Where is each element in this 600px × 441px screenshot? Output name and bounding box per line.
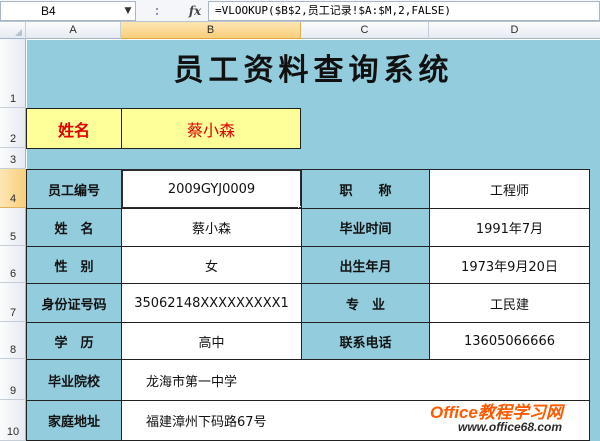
row-header-2[interactable]: 2: [0, 108, 26, 148]
label-job-title: 职 称: [301, 169, 430, 209]
column-header: A B C D: [0, 22, 600, 39]
row-header-6[interactable]: 6: [0, 246, 26, 283]
value-address[interactable]: 福建漳州下码路67号: [121, 400, 590, 441]
column-header-c[interactable]: C: [301, 22, 429, 39]
label-education: 学 历: [26, 322, 122, 360]
value-education[interactable]: 高中: [121, 322, 302, 360]
formula-bar-grip-icon: [156, 4, 158, 18]
column-header-a[interactable]: A: [26, 22, 121, 39]
column-header-b[interactable]: B: [121, 22, 301, 39]
row-header: 1 2 3 4 5 6 7 8 9 10: [0, 39, 26, 441]
label-graduation-time: 毕业时间: [301, 208, 430, 247]
chevron-down-icon[interactable]: ▼: [122, 4, 134, 18]
column-header-d[interactable]: D: [429, 22, 600, 39]
row-header-10[interactable]: 10: [0, 400, 26, 441]
label-address: 家庭地址: [26, 400, 122, 441]
label-name: 姓 名: [26, 208, 122, 247]
search-name-label: 姓名: [26, 108, 122, 149]
value-employee-number[interactable]: 2009GYJ0009: [121, 169, 302, 209]
row-header-7[interactable]: 7: [0, 283, 26, 322]
row-header-3[interactable]: 3: [0, 148, 26, 169]
row-header-4[interactable]: 4: [0, 169, 26, 208]
row-header-8[interactable]: 8: [0, 322, 26, 359]
search-name-input[interactable]: 蔡小森: [121, 108, 301, 149]
sheet-title: 员工资料查询系统: [173, 53, 454, 88]
insert-function-icon[interactable]: fx: [186, 2, 204, 20]
value-job-title[interactable]: 工程师: [429, 169, 590, 209]
label-birth-date: 出生年月: [301, 246, 430, 284]
value-birth-date[interactable]: 1973年9月20日: [429, 246, 590, 284]
label-phone: 联系电话: [301, 322, 430, 360]
value-phone[interactable]: 13605066666: [429, 322, 590, 360]
value-graduation-time[interactable]: 1991年7月: [429, 208, 590, 247]
label-major: 专 业: [301, 283, 430, 323]
label-school: 毕业院校: [26, 359, 122, 401]
label-gender: 性 别: [26, 246, 122, 284]
label-id-number: 身份证号码: [26, 283, 122, 323]
label-employee-number: 员工编号: [26, 169, 122, 209]
value-gender[interactable]: 女: [121, 246, 302, 284]
formula-input[interactable]: =VLOOKUP($B$2,员工记录!$A:$M,2,FALSE): [208, 1, 600, 21]
name-box[interactable]: B4: [0, 1, 136, 21]
value-major[interactable]: 工民建: [429, 283, 590, 323]
row-header-1[interactable]: 1: [0, 39, 26, 108]
select-all-corner[interactable]: [0, 22, 26, 39]
row-header-9[interactable]: 9: [0, 359, 26, 400]
formula-bar: B4 ▼ fx =VLOOKUP($B$2,员工记录!$A:$M,2,FALSE…: [0, 0, 600, 22]
value-id-number[interactable]: 35062148XXXXXXXXX1: [121, 283, 302, 323]
row-header-5[interactable]: 5: [0, 208, 26, 246]
value-school[interactable]: 龙海市第一中学: [121, 359, 590, 401]
value-name[interactable]: 蔡小森: [121, 208, 302, 247]
